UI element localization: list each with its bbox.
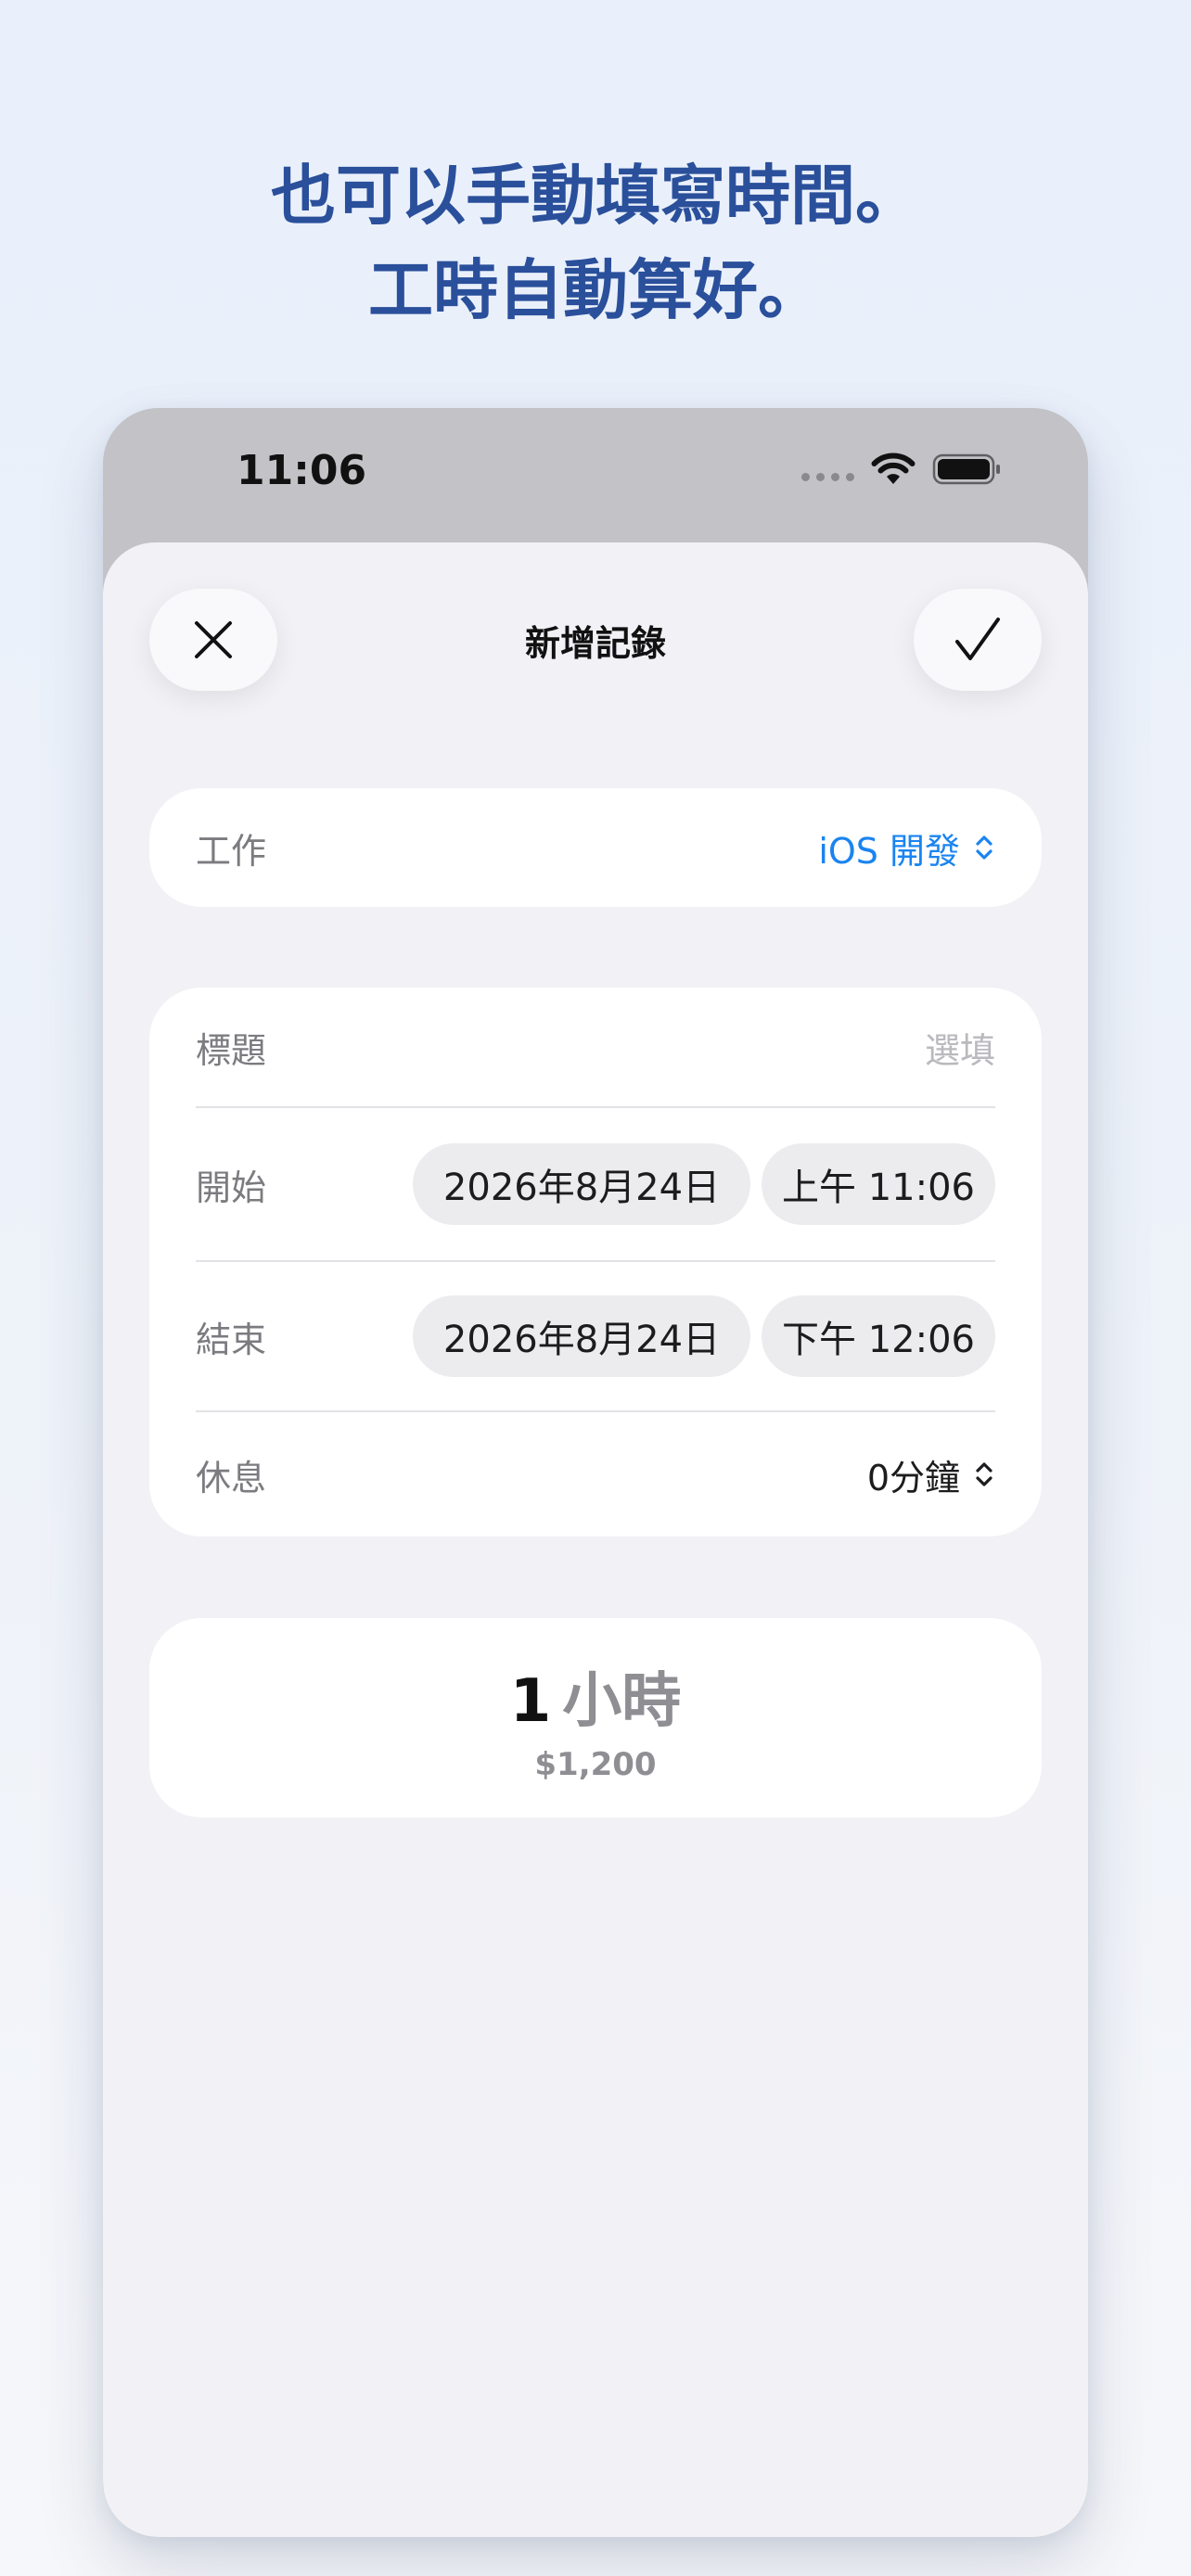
signal-dots-icon bbox=[801, 472, 854, 481]
record-fields-card: 標題 選填 開始 2026年8月24日 上午 11:06 結束 2026年8月2… bbox=[149, 988, 1042, 1537]
chevron-up-down-icon bbox=[976, 835, 992, 860]
phone-frame: 11:06 新增記錄 工作 iOS 開發 標題 選填 開始 2026年8月24日… bbox=[103, 408, 1088, 2537]
total-hours: 1 小時 bbox=[149, 1653, 1042, 1739]
total-hours-number: 1 bbox=[509, 1667, 552, 1736]
job-picker[interactable]: iOS 開發 bbox=[818, 823, 995, 874]
new-record-sheet: 新增記錄 工作 iOS 開發 標題 選填 開始 2026年8月24日 上午 11… bbox=[103, 542, 1088, 2537]
chevron-up-down-icon bbox=[976, 1462, 992, 1486]
end-date-button[interactable]: 2026年8月24日 bbox=[413, 1295, 750, 1377]
headline: 也可以手動填寫時間。 工時自動算好。 bbox=[0, 148, 1191, 338]
break-row[interactable]: 休息 0分鐘 bbox=[196, 1412, 995, 1537]
end-row: 結束 2026年8月24日 下午 12:06 bbox=[196, 1262, 995, 1410]
start-time-button[interactable]: 上午 11:06 bbox=[762, 1143, 995, 1225]
job-row[interactable]: 工作 iOS 開發 bbox=[196, 788, 995, 907]
job-value: iOS 開發 bbox=[818, 830, 960, 872]
title-row: 標題 選填 bbox=[196, 988, 995, 1106]
break-picker[interactable]: 0分鐘 bbox=[867, 1449, 995, 1500]
headline-line-2: 工時自動算好。 bbox=[368, 252, 823, 328]
job-label: 工作 bbox=[196, 830, 267, 872]
break-label: 休息 bbox=[196, 1457, 267, 1498]
total-pay: $1,200 bbox=[534, 1746, 657, 1783]
job-card: 工作 iOS 開發 bbox=[149, 788, 1042, 907]
checkmark-icon bbox=[955, 618, 1000, 660]
end-label: 結束 bbox=[196, 1319, 267, 1360]
title-input[interactable]: 選填 bbox=[925, 1022, 995, 1073]
headline-line-1: 也可以手動填寫時間。 bbox=[271, 158, 920, 234]
total-hours-unit: 小時 bbox=[562, 1667, 682, 1736]
start-date-button[interactable]: 2026年8月24日 bbox=[413, 1143, 750, 1225]
battery-icon bbox=[932, 453, 1000, 485]
start-row: 開始 2026年8月24日 上午 11:06 bbox=[196, 1108, 995, 1260]
title-label: 標題 bbox=[196, 1029, 267, 1071]
wifi-icon bbox=[871, 453, 916, 484]
end-time-button[interactable]: 下午 12:06 bbox=[762, 1295, 995, 1377]
status-time: 11:06 bbox=[237, 447, 367, 494]
break-value: 0分鐘 bbox=[866, 1457, 960, 1498]
status-icons bbox=[801, 453, 1003, 486]
total-card: 1 小時 $1,200 bbox=[149, 1618, 1042, 1817]
start-label: 開始 bbox=[196, 1167, 267, 1208]
done-button[interactable] bbox=[914, 589, 1042, 691]
